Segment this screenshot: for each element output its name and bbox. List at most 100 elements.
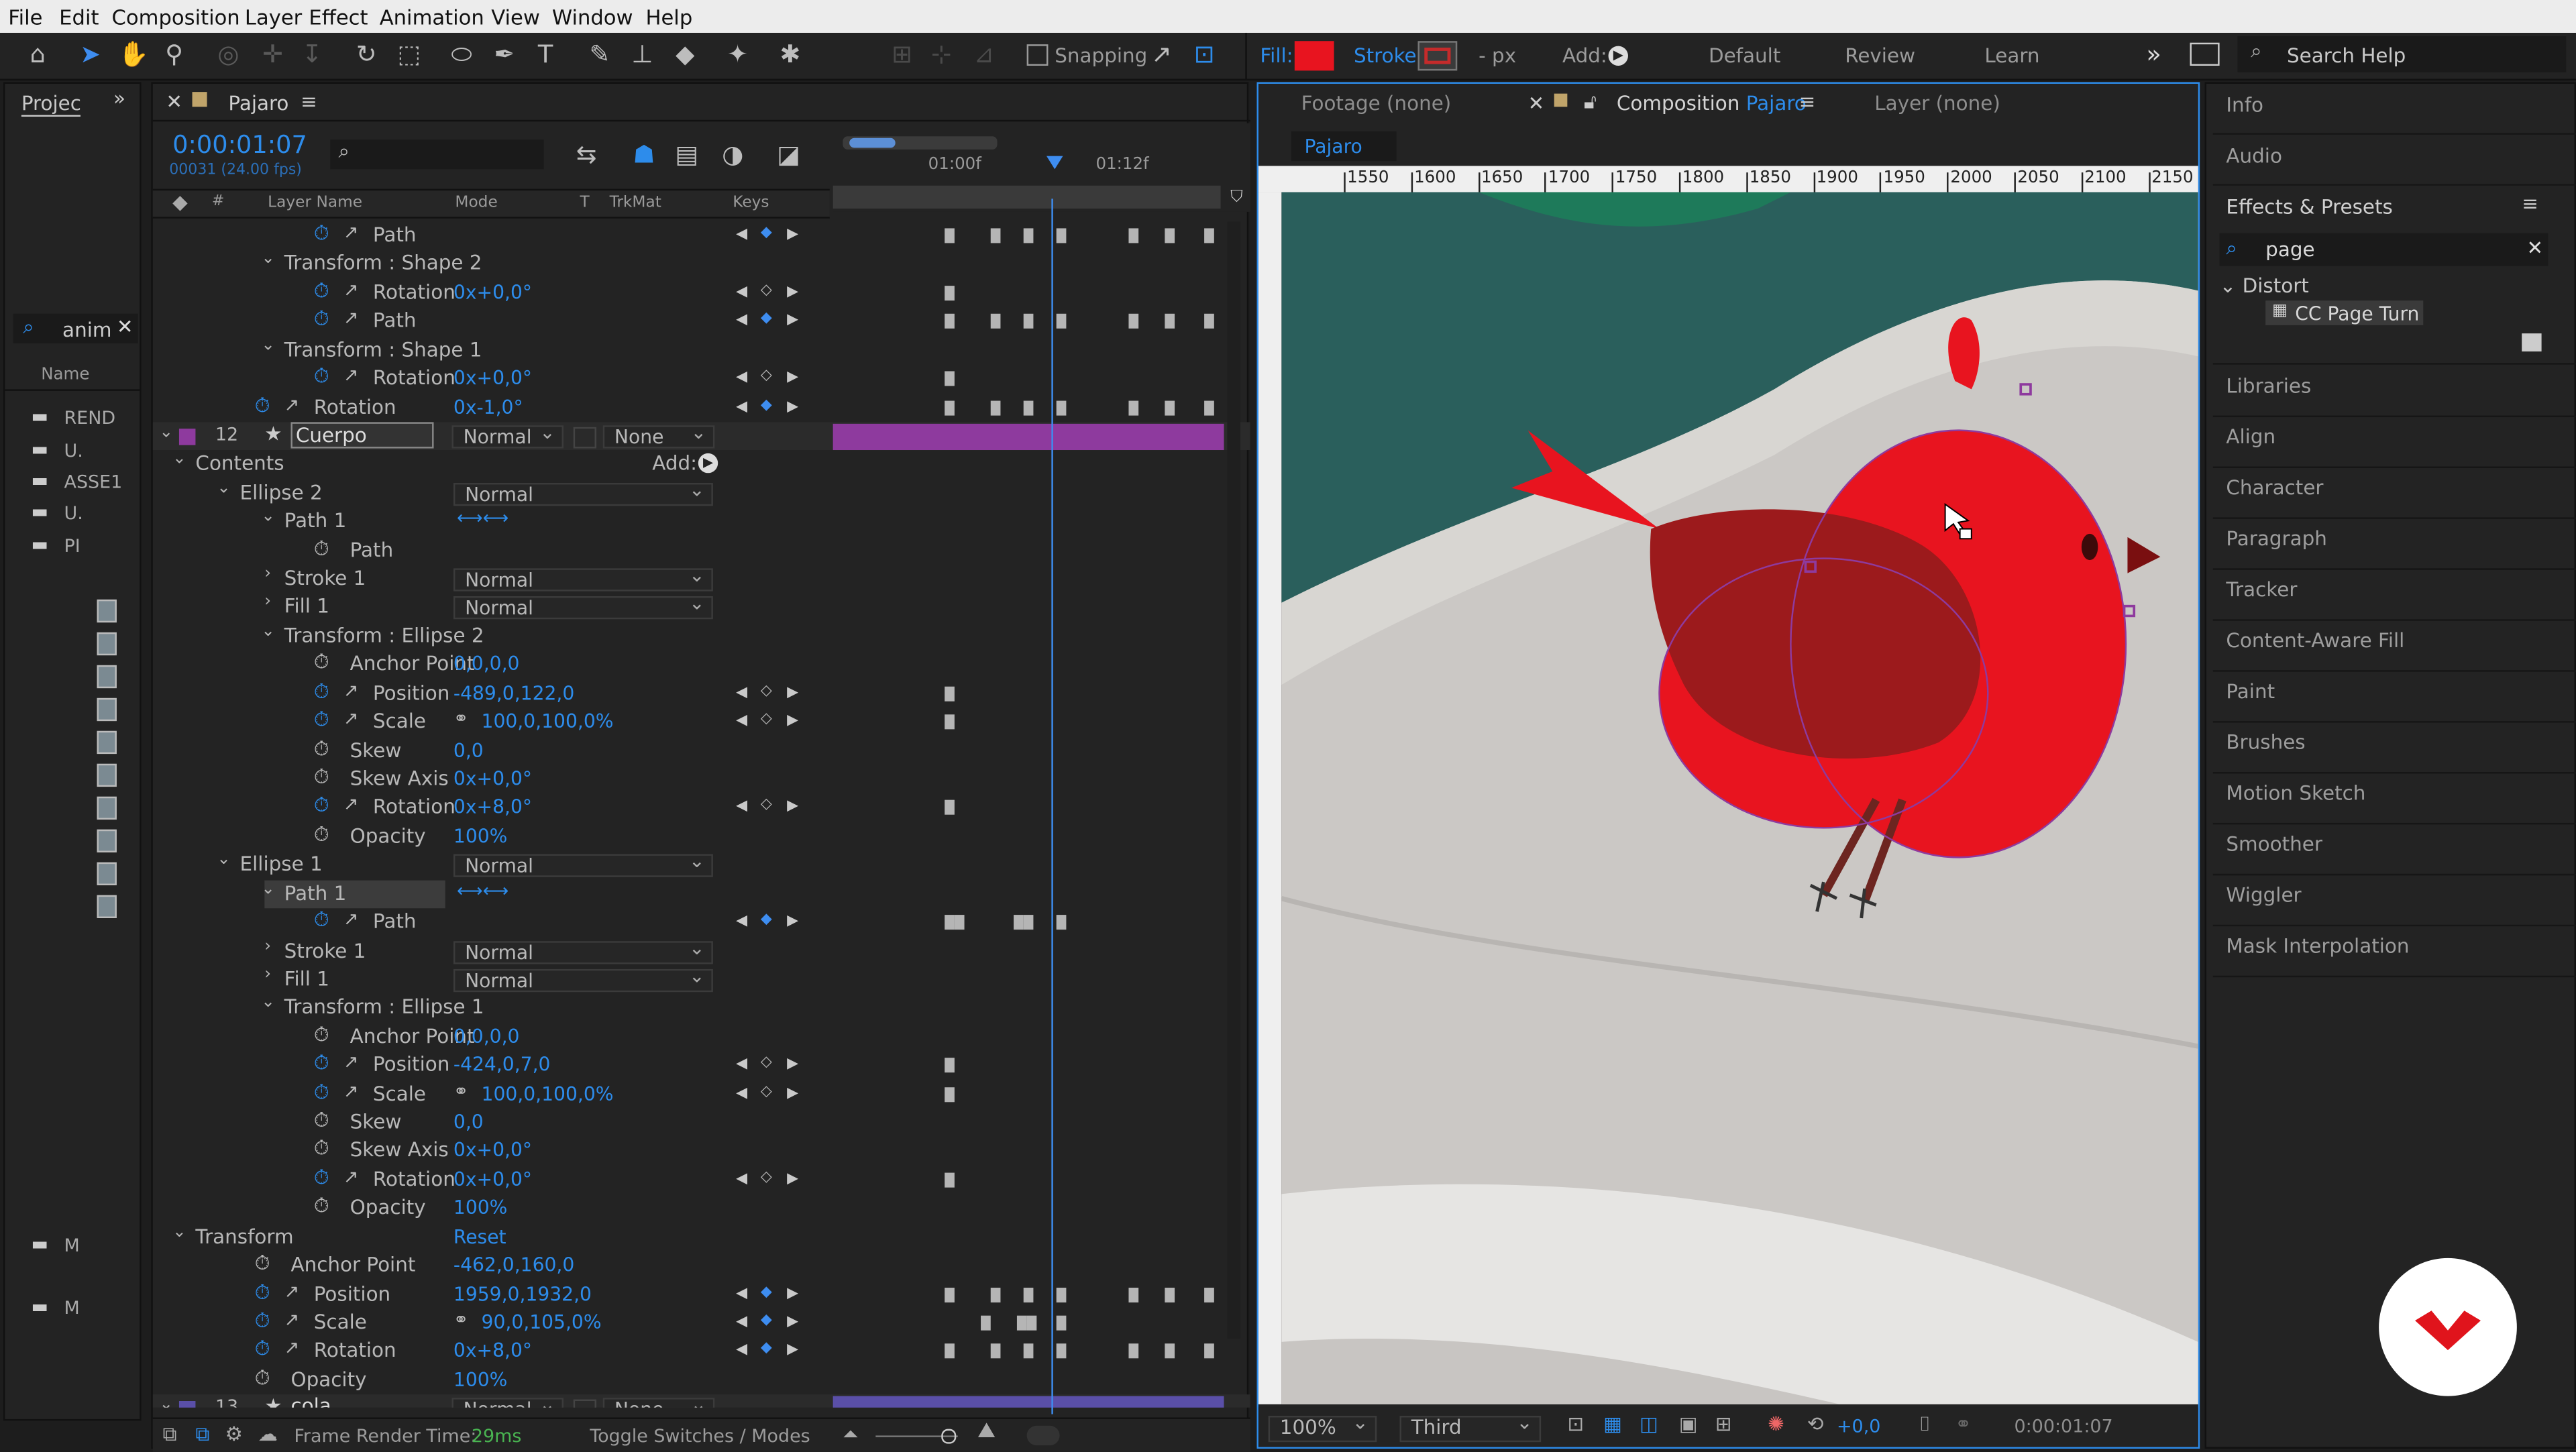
property-row[interactable]: ⏱ ↗ Rotation 0x+0,0° ◀ ◇ ▶	[153, 279, 1250, 308]
menu-edit[interactable]: Edit	[59, 5, 99, 30]
keyframe-toggle-icon[interactable]: ◇	[761, 1083, 772, 1099]
keyframe[interactable]	[1204, 314, 1214, 329]
prev-keyframe-icon[interactable]: ◀	[736, 713, 747, 729]
fast-preview-icon[interactable]: ⊡	[1567, 1412, 1584, 1435]
timeline-tab[interactable]: Pajaro	[228, 92, 288, 115]
property-value[interactable]: 0x+0,0°	[453, 1168, 532, 1190]
project-item[interactable]: ▬ M	[11, 1233, 143, 1260]
panel-character[interactable]: Character	[2226, 476, 2323, 499]
graph-icon[interactable]: ↗	[284, 1280, 300, 1302]
property-row[interactable]: ⏱ Anchor Point 0,0,0,0	[153, 1023, 1250, 1052]
next-keyframe-icon[interactable]: ▶	[787, 370, 798, 386]
layer-name[interactable]: cola	[290, 1395, 331, 1408]
next-keyframe-icon[interactable]: ▶	[787, 1085, 798, 1101]
hand-tool-icon[interactable]: ✋	[118, 40, 149, 69]
selection-tool-icon[interactable]: ➤	[76, 40, 105, 69]
prev-keyframe-icon[interactable]: ◀	[736, 1285, 747, 1301]
menu-file[interactable]: File	[8, 5, 42, 30]
work-area-bar[interactable]	[843, 136, 998, 150]
panel-menu-icon[interactable]: ≡	[2522, 192, 2538, 215]
keyframe[interactable]	[1023, 400, 1034, 415]
stopwatch-icon[interactable]: ⏱	[314, 1052, 329, 1076]
prev-keyframe-icon[interactable]: ◀	[736, 1314, 747, 1330]
toggle-icon[interactable]: ⚙	[225, 1422, 243, 1445]
project-tab[interactable]: Projec	[21, 92, 81, 117]
mask-visibility-icon[interactable]: ◫	[1640, 1412, 1658, 1435]
clear-search-icon[interactable]: ✕	[117, 315, 133, 338]
next-keyframe-icon[interactable]: ▶	[787, 1056, 798, 1072]
keyframe[interactable]	[1014, 915, 1024, 930]
property-row[interactable]: ⌄ Ellipse 2 Normal	[153, 480, 1250, 508]
property-value[interactable]: 0x-1,0°	[453, 395, 523, 418]
property-value[interactable]: 0x+0,0°	[453, 280, 532, 303]
reset-exposure-icon[interactable]: ⟲	[1807, 1412, 1824, 1435]
timecode[interactable]: 0:00:01:07	[172, 129, 307, 159]
keyframe-toggle-icon[interactable]: ◇	[761, 1055, 772, 1071]
keyframe-track[interactable]	[833, 1052, 1224, 1080]
stopwatch-icon[interactable]: ⏱	[255, 1309, 270, 1334]
path-direction-icon[interactable]: ⟷⟷	[457, 508, 508, 529]
prev-keyframe-icon[interactable]: ◀	[736, 284, 747, 300]
keyframe[interactable]	[990, 1286, 1001, 1302]
keyframe-toggle-icon[interactable]: ◆	[761, 225, 772, 241]
property-row[interactable]: ⏱ ↗ Path ◀ ◆ ▶	[153, 308, 1250, 337]
comp-canvas[interactable]	[1281, 192, 2198, 1404]
stopwatch-icon[interactable]: ⏱	[314, 765, 329, 790]
layer-duration-bar[interactable]	[833, 423, 1224, 450]
property-row[interactable]: ⏱ ↗ Position 1959,0,1932,0 ◀ ◆ ▶	[153, 1280, 1250, 1309]
keyframe-track[interactable]	[833, 308, 1224, 336]
layer-search-field[interactable]: ⌕	[330, 139, 544, 170]
blend-mode-dropdown[interactable]: Normal	[453, 594, 713, 620]
keyframe[interactable]	[1204, 1344, 1214, 1359]
brush-tool-icon[interactable]: ✎	[585, 40, 614, 69]
graph-icon[interactable]: ↗	[284, 1337, 300, 1359]
shy-layers-icon[interactable]: ☗	[629, 139, 659, 169]
exposure-value[interactable]: +0,0	[1837, 1416, 1880, 1437]
graph-icon[interactable]: ↗	[343, 708, 359, 730]
zoom-out-icon[interactable]: ⏶	[843, 1422, 859, 1447]
graph-icon[interactable]: ↗	[343, 222, 359, 243]
footage-icon[interactable]	[97, 796, 117, 820]
keyframe[interactable]	[1204, 228, 1214, 243]
anchor-tool-icon[interactable]: ⬚	[394, 40, 424, 69]
stopwatch-icon[interactable]: ⏱	[314, 1023, 329, 1048]
footage-icon[interactable]	[97, 697, 117, 722]
next-keyframe-icon[interactable]: ▶	[787, 685, 798, 701]
grid-guides-icon[interactable]: ⊞	[1715, 1412, 1732, 1435]
stopwatch-icon[interactable]: ⏱	[314, 679, 329, 704]
property-value[interactable]: 100%	[453, 1368, 508, 1391]
snap-edge-icon[interactable]: ↗	[1146, 40, 1176, 69]
color-channels-icon[interactable]: ✺	[1768, 1412, 1784, 1435]
menu-view[interactable]: View	[491, 5, 540, 30]
keyframe[interactable]	[1056, 915, 1067, 930]
label-color[interactable]	[178, 429, 196, 445]
graph-icon[interactable]: ↗	[343, 1166, 359, 1187]
comp-flowchart-icon[interactable]: ⇆	[572, 139, 601, 169]
property-row[interactable]: ⏱ ↗ Path ◀ ◆ ▶	[153, 222, 1250, 251]
keyframe-toggle-icon[interactable]: ◇	[761, 797, 772, 814]
next-keyframe-icon[interactable]: ▶	[787, 1314, 798, 1330]
graph-icon[interactable]: ↗	[343, 794, 359, 816]
layer-row[interactable]: ⌄ 13 ★ cola Normal None	[152, 1395, 1250, 1408]
stopwatch-icon[interactable]: ⏱	[314, 794, 329, 819]
prev-keyframe-icon[interactable]: ◀	[736, 227, 747, 243]
prev-keyframe-icon[interactable]: ◀	[736, 398, 747, 414]
next-keyframe-icon[interactable]: ▶	[787, 713, 798, 729]
chat-icon[interactable]: ☁	[258, 1422, 277, 1445]
menu-animation[interactable]: Animation	[380, 5, 484, 30]
keyframe[interactable]	[945, 714, 955, 730]
chevron-down-icon[interactable]: ⌄	[261, 880, 275, 898]
keyframe-toggle-icon[interactable]: ◆	[761, 1313, 772, 1329]
stopwatch-icon[interactable]: ⏱	[314, 651, 329, 676]
panel-paint[interactable]: Paint	[2226, 680, 2275, 703]
eraser-tool-icon[interactable]: ◆	[670, 40, 700, 69]
info-panel[interactable]: Info	[2226, 94, 2263, 117]
stopwatch-icon[interactable]: ⏱	[314, 708, 329, 733]
property-value[interactable]: -462,0,160,0	[453, 1253, 574, 1276]
property-row[interactable]: ⌄ Transform : Ellipse 1	[153, 994, 1250, 1023]
prev-keyframe-icon[interactable]: ◀	[736, 685, 747, 701]
keyframe[interactable]	[1165, 1286, 1175, 1302]
property-row[interactable]: › Fill 1 Normal	[153, 966, 1250, 995]
property-row[interactable]: ⏱ Path	[153, 537, 1250, 565]
keyframe[interactable]	[945, 1058, 955, 1073]
